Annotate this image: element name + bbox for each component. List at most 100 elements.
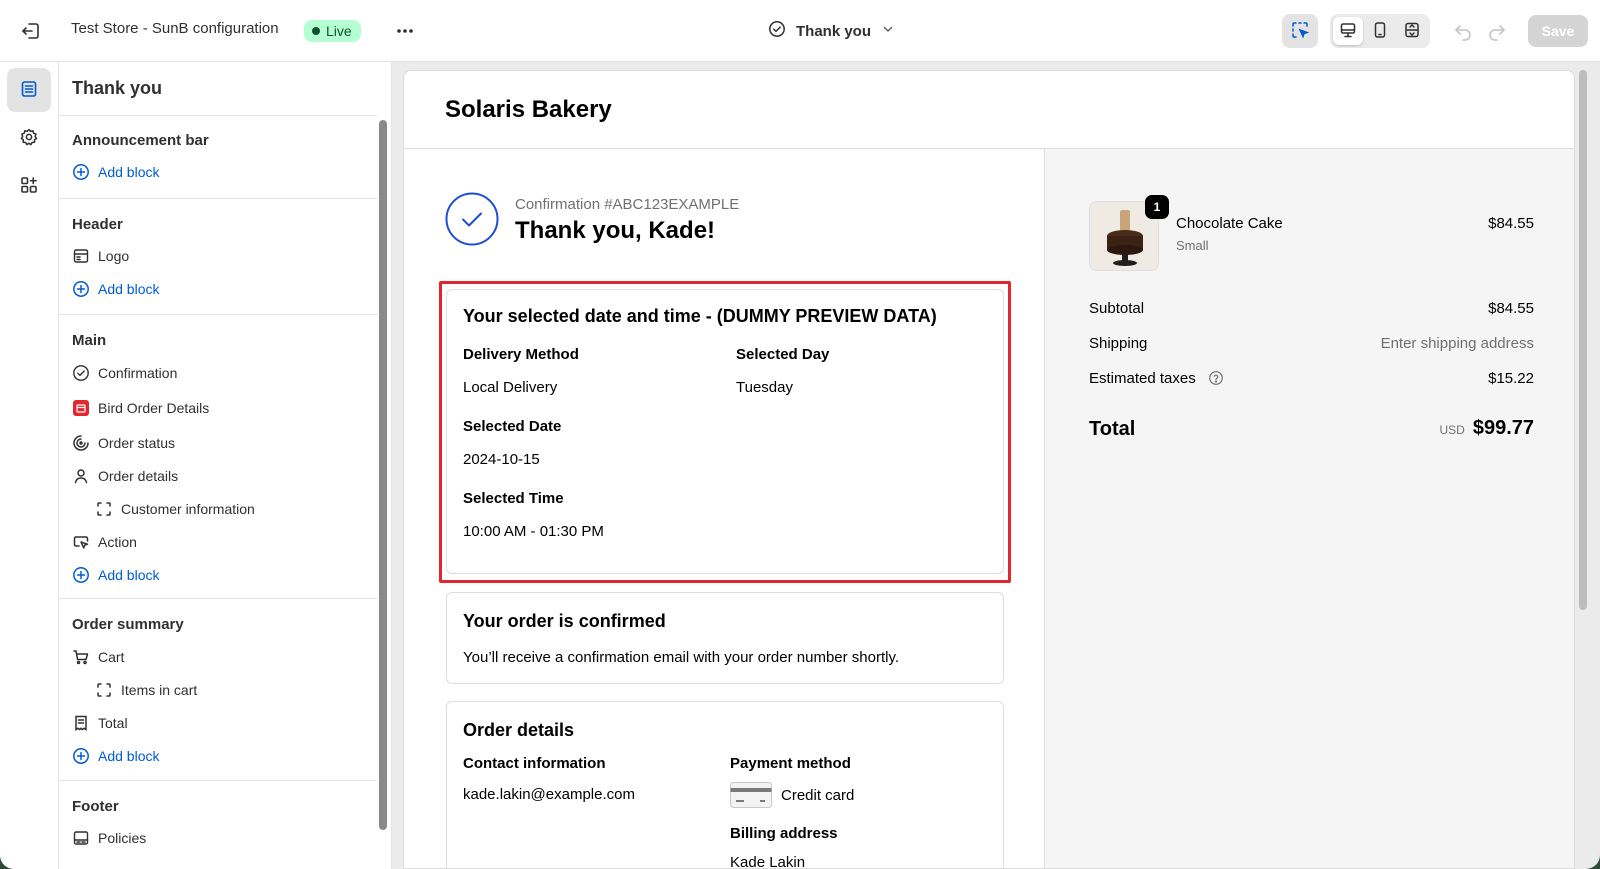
sidebar-item-label: Total [98,715,128,731]
billing-address-value: Kade Lakin [730,854,806,869]
apps-nav-button[interactable] [7,164,51,208]
selected-time-label: Selected Time [463,490,564,507]
order-status-icon [72,434,90,452]
preview-main-column: Confirmation #ABC123EXAMPLE Thank you, K… [404,149,1044,869]
selected-day-label: Selected Day [736,346,830,363]
divider [59,115,377,116]
block-frame-icon [95,500,113,518]
sidebar-scrollbar[interactable] [379,120,387,830]
sidebar-item-bird-order-details[interactable]: Bird Order Details [72,396,209,420]
add-block-label: Add block [98,748,160,764]
sidebar-item-label: Customer information [121,501,255,517]
delivery-method-label: Delivery Method [463,346,579,363]
contact-information-label: Contact information [463,755,606,772]
sidebar-item-order-details[interactable]: Order details [72,464,178,488]
sidebar-item-action[interactable]: Action [72,530,137,554]
icon-rail [0,62,59,869]
confirmation-number: Confirmation #ABC123EXAMPLE [515,196,740,213]
undo-icon[interactable] [1452,20,1474,42]
apps-icon [19,175,39,198]
thank-you-heading: Thank you, Kade! [515,217,716,244]
subtotal-label: Subtotal [1089,300,1145,317]
section-footer[interactable]: Footer [72,798,119,815]
sidebar-item-items-in-cart[interactable]: Items in cart [95,678,197,702]
preview-scrollbar[interactable] [1579,70,1587,610]
add-block-label: Add block [98,164,160,180]
shipping-label: Shipping [1089,335,1148,352]
item-name: Chocolate Cake [1176,215,1283,232]
billing-address-label: Billing address [730,825,838,842]
selected-date-value: 2024-10-15 [463,451,540,468]
more-actions-icon[interactable] [392,18,418,44]
order-details-title: Order details [463,720,575,740]
store-name: Solaris Bakery [445,96,612,123]
page-selector[interactable]: Thank you [768,18,895,44]
sidebar-item-label: Order details [98,468,179,484]
total-amount: USD $99.77 [1439,417,1534,440]
credit-card-icon [730,782,772,811]
sidebar-item-total[interactable]: Total [72,711,128,735]
order-summary-panel: 1 Chocolate Cake Small $84.55 Subtotal $… [1044,149,1574,868]
plus-circle-icon [72,280,90,298]
person-icon [72,467,90,485]
checkout-preview: Solaris Bakery Confirmation #ABC123EXAMP… [403,70,1575,869]
sidebar-item-cart[interactable]: Cart [72,645,124,669]
sidebar-item-customer-information[interactable]: Customer information [95,497,255,521]
sidebar-item-label: Confirmation [98,365,178,381]
contact-information-value: kade.lakin@example.com [463,786,635,803]
desktop-view-button[interactable] [1333,17,1363,45]
mobile-icon [1371,21,1389,42]
sidebar-item-label: Policies [98,830,147,846]
sidebar-item-logo[interactable]: Logo [72,244,129,268]
sidebar-item-order-status[interactable]: Order status [72,431,175,455]
full-width-view-button[interactable] [1397,17,1427,45]
action-cursor-icon [72,533,90,551]
section-header[interactable]: Header [72,216,123,233]
payment-method-label: Payment method [730,755,851,772]
item-variant: Small [1176,238,1209,253]
order-confirmed-card: Your order is confirmed You’ll receive a… [446,592,1004,684]
check-circle-icon [768,20,786,42]
section-announcement-bar[interactable]: Announcement bar [72,132,209,149]
chevron-down-icon [881,22,895,40]
expand-vertical-icon [1403,21,1421,42]
section-main[interactable]: Main [72,332,106,349]
divider [59,314,377,315]
sections-icon [19,79,39,102]
device-switcher [1330,14,1430,48]
selected-date-time-card: Your selected date and time - (DUMMY PRE… [446,289,1004,574]
select-cursor-icon [1290,20,1310,43]
add-block-order-summary-button[interactable]: Add block [72,744,159,768]
live-status-badge: Live [304,20,361,42]
item-price: $84.55 [1488,215,1534,232]
selected-date-label: Selected Date [463,418,562,435]
sidebar-item-label: Cart [98,649,125,665]
redo-icon[interactable] [1486,20,1508,42]
add-block-announcement-button[interactable]: Add block [72,160,159,184]
plus-circle-icon [72,566,90,584]
store-title: Test Store - SunB configuration [71,20,279,37]
plus-circle-icon [72,163,90,181]
exit-icon[interactable] [20,20,42,42]
page-selector-label: Thank you [796,22,872,40]
total-currency: USD [1439,423,1465,437]
help-circle-icon[interactable] [1208,370,1224,389]
sections-nav-button[interactable] [7,68,51,112]
sidebar-item-label: Action [98,534,137,550]
order-details-card: Order details Contact information kade.l… [446,701,1004,869]
section-order-summary[interactable]: Order summary [72,616,184,633]
mobile-view-button[interactable] [1365,17,1395,45]
add-block-header-button[interactable]: Add block [72,277,159,301]
settings-nav-button[interactable] [7,116,51,160]
sidebar-heading: Thank you [72,78,163,98]
subtotal-value: $84.55 [1488,300,1534,317]
add-block-label: Add block [98,281,160,297]
inspector-toggle-button[interactable] [1282,14,1318,48]
plus-circle-icon [72,747,90,765]
sidebar-item-label: Bird Order Details [98,400,210,416]
add-block-main-button[interactable]: Add block [72,563,159,587]
save-button[interactable]: Save [1528,15,1588,47]
sidebar-item-confirmation[interactable]: Confirmation [72,361,177,385]
delivery-method-value: Local Delivery [463,379,558,396]
sidebar-item-policies[interactable]: Policies [72,826,146,850]
